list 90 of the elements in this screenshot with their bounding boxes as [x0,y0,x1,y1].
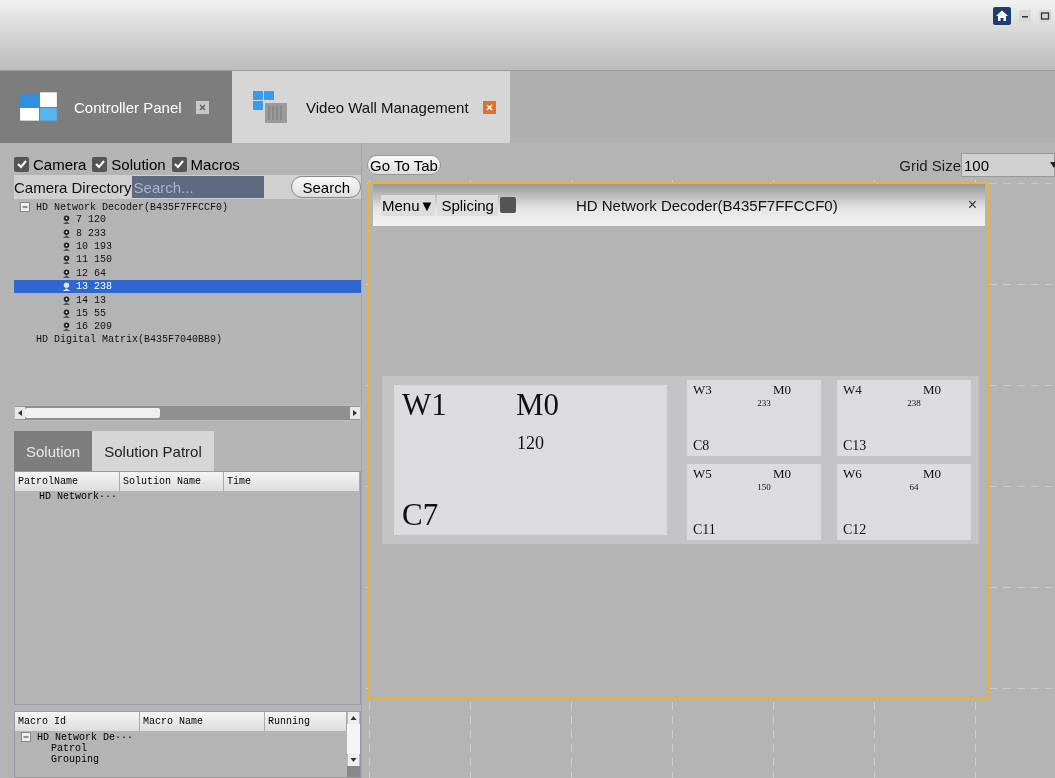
maximize-icon[interactable] [1039,10,1051,22]
search-field[interactable]: Search... [131,176,264,198]
tree-item[interactable]: HD Digital Matrix(B435F7040BB9) [36,334,223,345]
menu-button[interactable]: Menu▼ [381,194,436,216]
channel-label: 64 [908,482,920,492]
camera-label: C7 [402,497,440,533]
mode-label: M0 [922,382,941,398]
filter-checkbox[interactable]: Solution [92,155,166,173]
camera-icon [61,267,72,279]
camera-item[interactable]: 14 13 [14,293,361,307]
tree-item[interactable]: HD Network Decoder(B435F7FFCCF0) [36,201,229,213]
window-number: W5 [693,466,712,482]
scroll-up-icon[interactable] [347,712,360,724]
scroll-down-icon[interactable] [347,754,360,766]
column-header[interactable]: Macro Id [15,712,140,731]
camera-label: C11 [693,522,717,538]
camera-icon [61,294,72,306]
mode-label: M0 [922,466,941,482]
table-cell-text: HD Network··· [38,491,118,503]
horizontal-scrollbar[interactable] [14,405,361,421]
collapse-icon[interactable] [20,202,30,212]
vertical-scrollbar[interactable] [347,712,360,777]
scroll-right-icon[interactable] [350,407,360,419]
wall-window[interactable]: W1 M0 120 C7 [382,376,679,544]
camera-item[interactable]: 11 150 [14,253,361,267]
column-header[interactable]: PatrolName [15,472,120,491]
grid-size-dropdown[interactable]: 100 [961,153,1055,177]
channel-label: 150 [756,482,772,492]
camera-icon [61,254,72,266]
camera-item[interactable]: 15 55 [14,306,361,321]
main-tab[interactable]: Video Wall Management [232,71,510,143]
close-icon[interactable] [482,100,496,114]
checkbox[interactable] [14,156,29,172]
camera-icon [61,214,72,226]
column-header[interactable]: Time [224,472,360,491]
close-button[interactable]: × [967,196,977,214]
grid-size-value: 100 [964,156,990,174]
wall-window[interactable]: W4 M0 238 C13 [829,376,979,460]
checkbox[interactable] [171,156,187,172]
tiles-icon [18,90,60,124]
filter-checkbox[interactable]: Macros [171,155,240,173]
mode-label: M0 [772,382,791,398]
camera-icon [61,240,72,252]
camera-item[interactable]: 10 193 [14,239,361,254]
window-number: W1 [402,387,447,423]
camera-item[interactable]: 13 238 [14,279,361,294]
camera-item[interactable]: 8 233 [14,226,361,240]
window-number: W6 [843,466,862,482]
home-icon[interactable] [993,7,1011,25]
tree-item[interactable]: Grouping [15,754,347,765]
mode-label: M0 [515,387,559,423]
solution-tab[interactable]: Solution Patrol [92,431,214,471]
window-number: W3 [693,382,712,398]
camera-icon [61,307,72,319]
checkbox[interactable] [92,156,108,172]
camera-item[interactable]: 7 120 [14,213,361,227]
camera-item[interactable]: 12 64 [14,266,361,280]
minimize-icon[interactable] [1019,10,1031,22]
tree-item[interactable]: HD Network De··· [37,731,133,743]
filter-checkbox[interactable]: Camera [14,155,87,173]
camera-label: C12 [843,522,868,538]
mode-label: M0 [772,466,791,482]
channel-label: 238 [906,398,922,408]
collapse-icon[interactable] [21,732,31,742]
close-icon[interactable] [195,100,209,114]
grid-size-label: Grid Size [899,156,961,174]
channel-label: 120 [516,433,545,454]
camera-icon [61,281,72,293]
splicing-label: Splicing [437,194,498,216]
wall-window[interactable]: W6 M0 64 C12 [829,460,979,544]
column-header[interactable]: Macro Name [140,712,265,731]
column-header[interactable]: Solution Name [120,472,224,491]
decoder-window[interactable]: Menu▼ Splicing HD Network Decoder(B435F7FFCCF0) × W1 M0 120 C7 W3 M0 233 C8 W4 M0 238 C13 W5 M0 150 C11 W6 M0 64 C12 [368,182,990,700]
window-number: W4 [843,382,862,398]
scroll-left-icon[interactable] [15,407,25,419]
window-title: HD Network Decoder(B435F7FFCCF0) [575,196,838,214]
main-tab[interactable]: Controller Panel [0,71,232,143]
camera-label: C13 [843,438,868,454]
wall-window[interactable]: W3 M0 233 C8 [679,376,829,460]
camera-icon [61,227,72,239]
go-to-tab-button[interactable]: Go To Tab [367,155,441,175]
camera-directory-label: Camera Directory [14,178,132,196]
camera-item[interactable]: 16 209 [14,320,361,334]
search-button[interactable]: Search [291,176,361,198]
tree-item[interactable]: Patrol [15,743,347,754]
channel-label: 233 [756,398,772,408]
wall-window[interactable]: W5 M0 150 C11 [679,460,829,544]
splicing-toggle[interactable] [499,197,516,213]
camera-icon [61,321,72,333]
camera-label: C8 [693,438,711,454]
